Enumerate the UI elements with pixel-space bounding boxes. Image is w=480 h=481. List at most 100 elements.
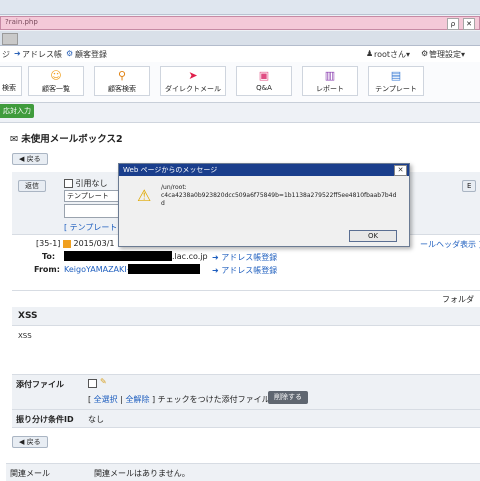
mail-index: [35-1] — [36, 239, 61, 248]
page-title-text: 未使用メールボックス2 — [21, 134, 123, 145]
address-text: ?rain.php — [5, 18, 38, 26]
template-icon: ▤ — [390, 69, 402, 82]
nav-label: 顧客検索 — [108, 85, 136, 93]
to-domain: .lac.co.jp — [172, 252, 208, 261]
attachment-actions: [ 全選択 | 全解除 ] チェックをつけた添付ファイルを — [88, 395, 278, 404]
app-topbar: ジ ➜ アドレス帳 ⚙ 顧客登録 ♟ rootさん▾ ⚙ 管理設定▾ — [0, 46, 480, 63]
nav-qa[interactable]: ▣ Q&A — [236, 66, 292, 96]
dialog-message: /un/root: c4ca4238a0b923820dcc509a6f7584… — [161, 184, 396, 208]
mail-body: XSS — [18, 332, 32, 340]
nav-search[interactable]: 検索 — [0, 66, 22, 96]
mail-subject: XSS — [18, 311, 38, 321]
to-address-register[interactable]: ➜ アドレス帳登録 — [212, 252, 277, 263]
address-book-icon: ➜ — [14, 49, 21, 58]
dialog-message-line: d — [161, 200, 165, 207]
address-register-label: アドレス帳登録 — [221, 266, 278, 275]
nav-customer-list[interactable]: ☺ 顧客一覧 — [28, 66, 84, 96]
nav-report[interactable]: ▥ レポート — [302, 66, 358, 96]
nav-label: Q&A — [256, 84, 272, 92]
from-address-register[interactable]: ➜ アドレス帳登録 — [212, 265, 277, 276]
page-title: ✉ 未使用メールボックス2 — [10, 131, 123, 145]
back-label: 戻る — [26, 438, 41, 446]
nav-customer-search[interactable]: ⚲ 顧客検索 — [94, 66, 150, 96]
sort-rule-row: 振り分け条件ID なし — [12, 410, 480, 428]
customer-list-icon: ☺ — [50, 69, 62, 82]
customer-reg-link[interactable]: 顧客登録 — [75, 49, 107, 60]
from-label: From: — [34, 265, 60, 274]
to-label: To: — [42, 252, 56, 261]
address-book-icon: ➜ — [212, 253, 219, 262]
select-all-link[interactable]: 全選択 — [94, 395, 118, 404]
from-name[interactable]: KeigoYAMAZAKI< — [64, 265, 133, 274]
close-icon[interactable]: ✕ — [394, 165, 407, 176]
header-display-link[interactable]: ールヘッダ表示 ] — [420, 239, 480, 250]
dialog-title: Web ページからのメッセージ — [123, 166, 218, 174]
mail-status-icon — [62, 239, 71, 248]
folder-row: フォルダ — [12, 290, 480, 308]
nav-label: レポート — [316, 85, 344, 93]
nav-label: 検索 — [2, 84, 16, 92]
back-button-bottom[interactable]: ◀ 戻る — [12, 436, 48, 448]
user-menu[interactable]: rootさん▾ — [374, 49, 410, 60]
back-button-top[interactable]: ◀ 戻る — [12, 153, 48, 165]
browser-titlebar — [0, 0, 480, 15]
attachment-label: 添付ファイル — [16, 380, 64, 389]
right-action-button[interactable]: E — [462, 180, 477, 192]
nav-template[interactable]: ▤ テンプレート — [368, 66, 424, 96]
redacted-from — [128, 264, 200, 274]
folder-label[interactable]: フォルダ — [442, 294, 474, 305]
redacted-to — [64, 251, 172, 261]
chart-icon: ▥ — [324, 69, 336, 82]
back-arrow-icon: ◀ — [19, 155, 25, 163]
paper-plane-icon: ➤ — [188, 69, 198, 82]
related-mail-value: 関連メールはありません。 — [94, 469, 190, 478]
settings-menu[interactable]: 管理設定▾ — [429, 49, 465, 60]
mail-meta: [35-1] 2015/03/1 — [36, 239, 115, 248]
quote-option[interactable]: 引用なし — [64, 178, 108, 189]
attachment-checkbox[interactable] — [88, 379, 97, 388]
attachment-row: 添付ファイル ✎ [ 全選択 | 全解除 ] チェックをつけた添付ファイルを 削… — [12, 375, 480, 410]
browser-tab[interactable] — [2, 33, 18, 45]
address-bar[interactable]: ?rain.php ρ ✕ — [0, 16, 480, 30]
template-link[interactable]: [ テンプレート — [64, 222, 117, 233]
main-nav: 検索 ☺ 顧客一覧 ⚲ 顧客検索 ➤ ダイレクトメール ▣ Q&A ▥ レポート… — [0, 62, 480, 103]
nav-label: 顧客一覧 — [42, 85, 70, 93]
related-mail-row: 関連メール 関連メールはありません。 — [6, 463, 480, 481]
template-select[interactable]: テンプレート — [64, 190, 120, 202]
mail-icon: ✉ — [10, 134, 18, 145]
warning-icon: ⚠ — [137, 186, 152, 205]
dialog-titlebar: Web ページからのメッセージ ✕ — [119, 164, 409, 176]
template-preview — [64, 204, 120, 218]
user-icon: ♟ — [366, 49, 374, 58]
reply-button[interactable]: 返信 — [18, 180, 46, 192]
customer-search-icon: ⚲ — [117, 69, 127, 82]
deselect-all-link[interactable]: 全解除 — [125, 395, 149, 404]
back-arrow-icon: ◀ — [19, 438, 25, 446]
topbar-left-item[interactable]: ジ — [2, 49, 10, 60]
ok-button[interactable]: OK — [349, 230, 397, 242]
response-input-button[interactable]: 応対入力 — [0, 104, 34, 118]
quote-checkbox[interactable] — [64, 179, 73, 188]
address-book-icon: ➜ — [212, 266, 219, 275]
search-icon[interactable]: ρ — [447, 18, 459, 30]
back-label: 戻る — [26, 155, 41, 163]
sort-rule-value: なし — [88, 415, 104, 424]
nav-label: テンプレート — [375, 85, 417, 93]
subject-row: XSS — [12, 307, 480, 326]
settings-icon: ⚙ — [421, 49, 429, 58]
sort-rule-label: 振り分け条件ID — [16, 415, 74, 424]
alert-dialog: Web ページからのメッセージ ✕ ⚠ /un/root: c4ca4238a0… — [118, 163, 410, 247]
qa-icon: ▣ — [258, 69, 270, 82]
dialog-message-line: /un/root: — [161, 184, 187, 191]
address-register-label: アドレス帳登録 — [221, 253, 278, 262]
related-mail-label: 関連メール — [10, 469, 50, 478]
delete-attachment-button[interactable]: 削除する — [268, 391, 308, 404]
dialog-message-line: c4ca4238a0b923820dcc509a6f75849b=1b1138a… — [161, 192, 397, 199]
close-icon[interactable]: ✕ — [463, 18, 475, 30]
address-book-link[interactable]: アドレス帳 — [22, 49, 62, 60]
mail-date: 2015/03/1 — [73, 239, 115, 248]
nav-label: ダイレクトメール — [165, 85, 221, 93]
nav-direct-mail[interactable]: ➤ ダイレクトメール — [160, 66, 226, 96]
attach-note: ] チェックをつけた添付ファイルを — [152, 395, 278, 404]
body-row: XSS — [12, 326, 480, 375]
